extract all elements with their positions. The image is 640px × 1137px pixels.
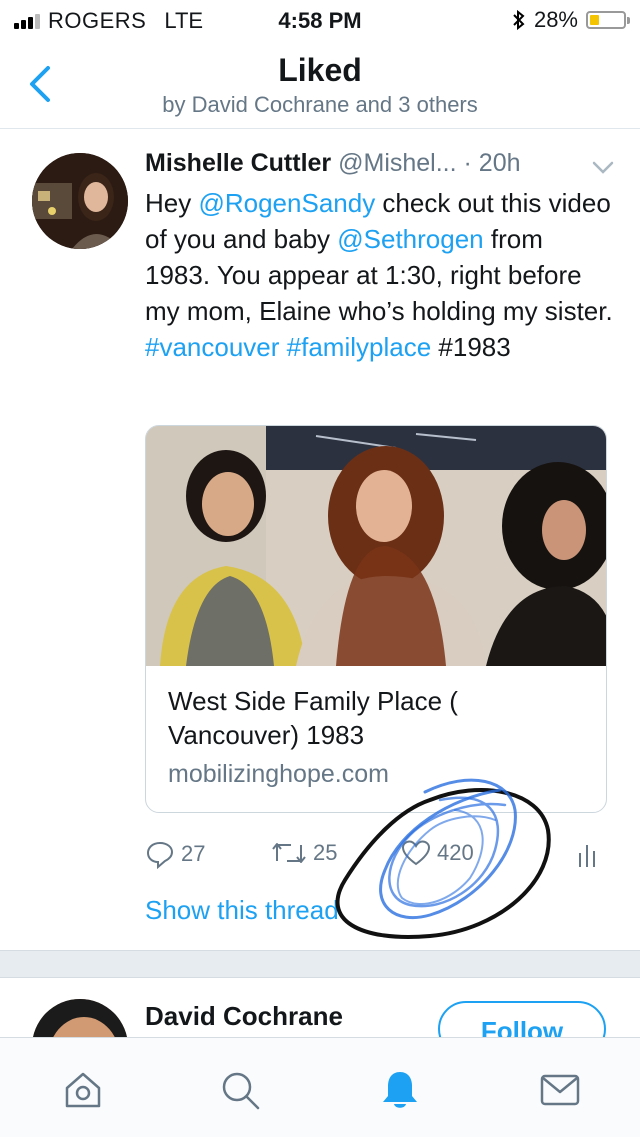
home-icon[interactable] — [61, 1068, 105, 1112]
notifications-icon[interactable] — [378, 1068, 422, 1112]
search-icon[interactable] — [218, 1068, 262, 1112]
tweet-text: Hey @RogenSandy check out this video of … — [145, 185, 615, 365]
next-tweet[interactable]: David Cochrane Follow — [0, 977, 640, 1037]
chevron-down-icon[interactable] — [591, 157, 615, 177]
like-button[interactable]: 420 — [401, 839, 474, 867]
avatar-image — [32, 153, 128, 249]
avatar[interactable] — [32, 153, 128, 249]
tweet-text-part: #1983 — [431, 332, 511, 362]
mention-link[interactable]: @RogenSandy — [198, 188, 375, 218]
analytics-button[interactable] — [577, 839, 601, 869]
like-count: 420 — [437, 840, 474, 865]
status-bar: ROGERS LTE 4:58 PM 28% — [0, 0, 640, 40]
messages-icon[interactable] — [538, 1068, 582, 1112]
card-title: West Side Family Place ( Vancouver) 1983 — [168, 686, 458, 750]
author-name[interactable]: Mishelle Cuttler — [145, 149, 331, 177]
status-right: 28% — [512, 7, 630, 33]
retweet-count: 25 — [313, 840, 338, 865]
tweet[interactable]: Mishelle Cuttler @Mishel... · 20h Hey @R… — [0, 129, 640, 949]
battery-fill — [590, 15, 599, 25]
avatar-image — [32, 999, 128, 1037]
analytics-icon — [579, 845, 595, 867]
retweet-button[interactable]: 25 — [271, 839, 337, 867]
tweet-header: Mishelle Cuttler @Mishel... · 20h — [145, 149, 615, 178]
card-domain: mobilizinghope.com — [168, 760, 389, 788]
tweet-text-part: Hey — [145, 188, 199, 218]
show-thread-link[interactable]: Show this thread — [145, 895, 339, 926]
nav-header: Liked by David Cochrane and 3 others — [0, 40, 640, 129]
battery-percent: 28% — [533, 7, 578, 32]
page-title: Liked — [278, 52, 362, 88]
tab-bar — [0, 1037, 640, 1137]
retweet-icon — [272, 843, 306, 863]
avatar[interactable] — [32, 999, 128, 1037]
tweet-actions: 27 25 420 — [145, 839, 615, 879]
mention-link[interactable]: @Sethrogen — [337, 224, 483, 254]
link-card[interactable]: West Side Family Place ( Vancouver) 1983… — [145, 425, 607, 813]
reply-icon — [146, 841, 174, 869]
page-subtitle: by David Cochrane and 3 others — [162, 92, 478, 117]
battery-icon — [586, 11, 630, 29]
divider — [0, 950, 640, 978]
author-handle[interactable]: @Mishel... — [338, 149, 456, 177]
author-name[interactable]: David Cochrane — [145, 1001, 343, 1032]
hashtag-link[interactable]: #familyplace — [287, 332, 432, 362]
follow-button[interactable]: Follow — [438, 1001, 606, 1037]
reply-button[interactable]: 27 — [145, 839, 205, 869]
card-image — [146, 426, 606, 666]
reply-count: 27 — [181, 841, 206, 866]
bluetooth-icon — [513, 9, 525, 31]
hashtag-link[interactable]: #vancouver — [145, 332, 279, 362]
heart-icon — [401, 840, 431, 866]
tweet-time: · 20h — [463, 149, 521, 177]
